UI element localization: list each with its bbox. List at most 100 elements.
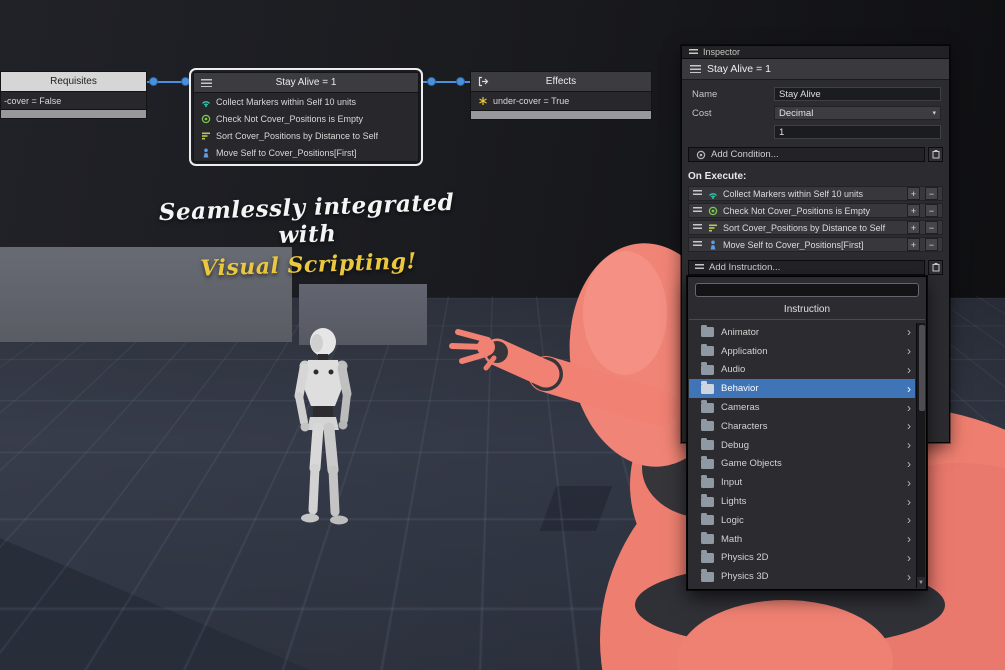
graph-node-effects[interactable]: Effects under-cover = True — [470, 71, 652, 120]
name-label: Name — [692, 88, 718, 100]
cost-value-input[interactable] — [774, 125, 941, 139]
stay-alive-node-header[interactable]: Stay Alive = 1 — [193, 72, 419, 93]
chevron-right-icon: › — [907, 400, 911, 415]
graph-node-requisites[interactable]: Requisites -cover = False — [0, 71, 147, 119]
menu-icon — [689, 48, 698, 56]
drag-handle-icon[interactable] — [693, 190, 702, 197]
category-cameras[interactable]: Cameras › — [689, 398, 915, 417]
add-sub-button[interactable]: + — [907, 221, 920, 234]
move-icon — [200, 148, 211, 158]
add-condition-button[interactable]: Add Condition... — [688, 147, 925, 162]
chevron-right-icon: › — [907, 513, 911, 528]
folder-icon — [701, 324, 714, 338]
scrollbar-thumb[interactable] — [918, 325, 925, 411]
chevron-right-icon: › — [907, 475, 911, 490]
category-application[interactable]: Application › — [689, 342, 915, 361]
category-logic[interactable]: Logic › — [689, 511, 915, 530]
chevron-right-icon: › — [907, 419, 911, 434]
on-execute-label: On Execute: — [688, 171, 747, 182]
add-sub-button[interactable]: + — [907, 238, 920, 251]
drag-handle-icon[interactable] — [693, 224, 702, 231]
category-math[interactable]: Math › — [689, 530, 915, 549]
remove-button[interactable]: − — [925, 238, 938, 251]
drag-handle-icon[interactable] — [693, 207, 702, 214]
check-condition-icon — [707, 206, 718, 216]
add-sub-button[interactable]: + — [907, 204, 920, 217]
port-effects-in[interactable] — [456, 77, 465, 86]
effects-row[interactable]: under-cover = True — [471, 92, 651, 110]
check-condition-icon — [200, 114, 211, 124]
port-stayalive-out[interactable] — [427, 77, 436, 86]
category-input[interactable]: Input › — [689, 473, 915, 492]
chevron-right-icon: › — [907, 456, 911, 471]
graph-instruction-row[interactable]: Check Not Cover_Positions is Empty — [194, 110, 418, 127]
category-physics-3d[interactable]: Physics 3D › — [689, 567, 915, 586]
chevron-right-icon: › — [907, 550, 911, 565]
collect-markers-icon — [200, 97, 211, 107]
category-characters[interactable]: Characters › — [689, 417, 915, 436]
cost-type-dropdown[interactable]: Decimal ▾ — [774, 106, 941, 120]
category-game-objects[interactable]: Game Objects › — [689, 455, 915, 474]
graph-node-stay-alive[interactable]: Stay Alive = 1 Collect Markers within Se… — [189, 68, 423, 166]
popup-scrollbar[interactable]: ▼ — [916, 323, 925, 588]
folder-icon — [701, 362, 714, 375]
remove-button[interactable]: − — [925, 221, 938, 234]
effects-node-title: Effects — [545, 76, 577, 87]
remove-button[interactable]: − — [925, 187, 938, 200]
inspector-instruction-row[interactable]: Sort Cover_Positions by Distance to Self… — [688, 220, 943, 235]
effect-star-icon — [477, 96, 488, 106]
category-lights[interactable]: Lights › — [689, 492, 915, 511]
folder-icon — [701, 400, 714, 413]
name-input[interactable] — [774, 87, 941, 101]
cost-type-value: Decimal — [779, 107, 814, 119]
remove-button[interactable]: − — [925, 204, 938, 217]
graph-instruction-row[interactable]: Sort Cover_Positions by Distance to Self — [194, 127, 418, 144]
add-instruction-button[interactable]: Add Instruction... — [688, 260, 925, 275]
category-physics-2d[interactable]: Physics 2D › — [689, 549, 915, 568]
screenshot-root: Requisites -cover = False Stay Alive = 1 — [0, 0, 1005, 670]
menu-icon — [201, 78, 212, 87]
folder-icon — [701, 475, 714, 488]
inspector-instruction-row[interactable]: Check Not Cover_Positions is Empty + − — [688, 203, 943, 218]
requisites-node-title: Requisites — [50, 76, 97, 87]
category-audio[interactable]: Audio › — [689, 361, 915, 380]
folder-icon — [701, 512, 714, 526]
folder-icon — [701, 418, 714, 432]
scroll-down-icon[interactable]: ▼ — [917, 577, 925, 588]
chevron-right-icon: › — [907, 344, 911, 359]
graph-instruction-row[interactable]: Collect Markers within Self 10 units — [194, 93, 418, 110]
inspector-instruction-row[interactable]: Move Self to Cover_Positions[First] + − — [688, 237, 943, 252]
instruction-picker-popup: Instruction Animator › Application › Audio… — [687, 276, 927, 590]
add-sub-button[interactable]: + — [907, 187, 920, 200]
white-robot — [294, 328, 352, 525]
chevron-right-icon: › — [907, 381, 911, 396]
add-condition-label: Add Condition... — [711, 149, 779, 160]
inspector-instruction-row[interactable]: Collect Markers within Self 10 units + − — [688, 186, 943, 201]
category-animator[interactable]: Animator › — [689, 323, 915, 342]
add-instruction-label: Add Instruction... — [709, 262, 781, 273]
category-behavior[interactable]: Behavior › — [689, 379, 915, 399]
paste-condition-button[interactable] — [928, 147, 943, 162]
port-requisites-out[interactable] — [149, 77, 158, 86]
requisites-condition-row[interactable]: -cover = False — [1, 92, 146, 109]
requisites-node-header[interactable]: Requisites — [0, 71, 147, 92]
folder-icon — [701, 531, 714, 545]
instruction-search-input[interactable] — [695, 283, 919, 297]
inspector-node-header[interactable]: Stay Alive = 1 — [682, 59, 949, 80]
drag-handle-icon[interactable] — [693, 241, 702, 248]
caption-line1: Seamlessly integrated with — [158, 188, 455, 250]
folder-icon — [701, 381, 714, 394]
effects-node-header[interactable]: Effects — [470, 71, 652, 92]
instruction-label: Collect Markers within Self 10 units — [216, 96, 357, 107]
effects-icon — [478, 76, 489, 87]
instruction-label: Move Self to Cover_Positions[First] — [216, 147, 357, 158]
category-debug[interactable]: Debug › — [689, 436, 915, 455]
graph-instruction-row[interactable]: Move Self to Cover_Positions[First] — [194, 144, 418, 161]
sort-icon — [200, 131, 211, 141]
menu-icon — [695, 264, 704, 271]
paste-instruction-button[interactable] — [928, 260, 943, 275]
inspector-tab[interactable]: Inspector — [682, 46, 949, 59]
instruction-label: Collect Markers within Self 10 units — [723, 188, 864, 199]
stay-alive-node-title: Stay Alive = 1 — [275, 77, 337, 88]
instruction-label: Sort Cover_Positions by Distance to Self — [216, 130, 379, 141]
